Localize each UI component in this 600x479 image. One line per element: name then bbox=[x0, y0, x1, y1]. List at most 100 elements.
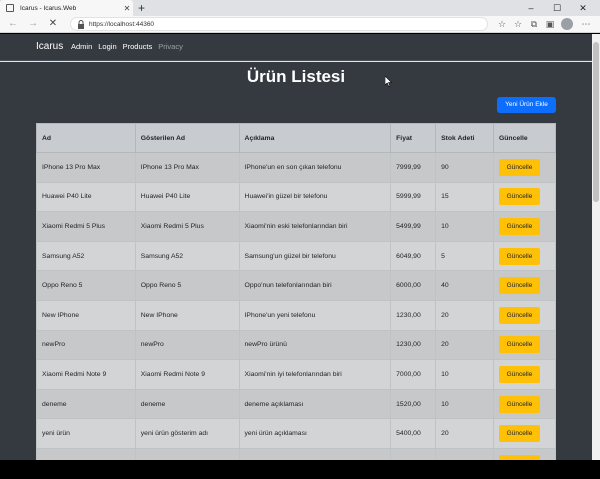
table-row: Brand New PhoneBrand New PhoneBrand New … bbox=[36, 447, 557, 460]
table-row: IPhone 13 Pro Max IPhone 13 Pro Max IPhone… bbox=[36, 152, 557, 183]
update-button[interactable]: Güncelle bbox=[498, 247, 540, 265]
cell-stock: 20 bbox=[435, 329, 494, 361]
cell-description: newPro ürünü bbox=[238, 329, 392, 361]
browser-toolbar: ← → ✕ https://localhost:44360 ☆ ☆ ⧉ ▣ ⋯ bbox=[0, 16, 600, 33]
cell-display-name: New IPhone bbox=[134, 299, 240, 331]
close-window-icon[interactable]: ✕ bbox=[572, 0, 594, 16]
favorite-add-icon[interactable]: ☆ bbox=[496, 18, 508, 30]
navbar-brand[interactable]: Icarus bbox=[36, 41, 63, 52]
cell-description: IPhone'un yeni telefonu bbox=[238, 299, 392, 331]
cell-name: Xiaomi Redmi 5 Plus bbox=[36, 211, 136, 242]
cell-display-name: Xiaomi Redmi Note 9 bbox=[134, 359, 240, 390]
cell-stock: 10 bbox=[435, 211, 494, 242]
cell-price: 6049,90 bbox=[390, 240, 437, 272]
cell-update: Güncelle bbox=[492, 299, 557, 331]
table-row: yeni ürün yeni ürün gösterim adı yeni ürün… bbox=[36, 418, 557, 449]
table-row: Oppo Reno 5 Oppo Reno 5 Oppo'nun telefonla… bbox=[36, 270, 557, 301]
cell-display-name: newPro bbox=[134, 329, 240, 361]
table-row: newPro newPro newPro ürünü 1230,00 20 Güncell… bbox=[36, 329, 557, 361]
cell-price: 5499,99 bbox=[390, 211, 437, 242]
page-content: Icarus Admin Login Products Privacy Ürün… bbox=[0, 34, 592, 460]
cell-display-name: Brand New Phone bbox=[134, 447, 240, 460]
cell-display-name: Xiaomi Redmi 5 Plus bbox=[134, 211, 240, 242]
more-menu-icon[interactable]: ⋯ bbox=[580, 18, 592, 30]
cell-update: Güncelle bbox=[492, 359, 557, 390]
cell-name: newPro bbox=[36, 329, 136, 361]
minimize-icon[interactable]: – bbox=[520, 0, 542, 16]
forward-icon[interactable]: → bbox=[26, 17, 40, 31]
table-row: Xiaomi Redmi 5 Plus Xiaomi Redmi 5 Plus Xi… bbox=[36, 211, 557, 242]
cell-price: 5999,99 bbox=[390, 181, 437, 213]
page-title: Ürün Listesi bbox=[246, 67, 346, 86]
column-header-stock: Stok Adeti bbox=[435, 123, 494, 153]
column-header-name: Ad bbox=[36, 123, 136, 153]
cell-price: 7000,00 bbox=[390, 359, 437, 390]
cell-price: 3500,00 bbox=[390, 447, 437, 460]
cell-price: 1230,00 bbox=[390, 299, 437, 331]
nav-link-products[interactable]: Products bbox=[123, 42, 153, 51]
back-icon[interactable]: ← bbox=[6, 17, 20, 31]
cell-name: Huawei P40 Lite bbox=[36, 181, 136, 213]
cell-stock: 10 bbox=[435, 359, 494, 390]
page-scrollbar[interactable] bbox=[592, 34, 600, 460]
cell-description: Oppo'nun telefonlarından biri bbox=[238, 270, 392, 301]
cell-display-name: deneme bbox=[134, 388, 240, 420]
table-header-row: Ad Gösterilen Ad Açıklama Fiyat Stok Ade… bbox=[36, 123, 557, 153]
collections-icon[interactable]: ⧉ bbox=[528, 18, 540, 30]
table-row: New IPhone New IPhone IPhone'un yeni telef… bbox=[36, 299, 557, 331]
close-tab-icon[interactable]: ✕ bbox=[121, 4, 133, 13]
cell-update: Güncelle bbox=[492, 211, 557, 242]
cell-price: 5400,00 bbox=[390, 418, 437, 449]
address-bar[interactable]: https://localhost:44360 bbox=[70, 17, 488, 31]
update-button[interactable]: Güncelle bbox=[498, 395, 540, 413]
cell-stock: 90 bbox=[435, 152, 494, 183]
maximize-icon[interactable]: ☐ bbox=[546, 0, 568, 16]
cell-stock: 20 bbox=[435, 299, 494, 331]
update-button[interactable]: Güncelle bbox=[498, 158, 540, 176]
product-table: Ad Gösterilen Ad Açıklama Fiyat Stok Ade… bbox=[36, 123, 557, 460]
table-row: Xiaomi Redmi Note 9 Xiaomi Redmi Note 9 Xi… bbox=[36, 359, 557, 390]
scrollbar-thumb[interactable] bbox=[593, 42, 599, 202]
cell-price: 1520,00 bbox=[390, 388, 437, 420]
cell-update: Güncelle bbox=[492, 447, 557, 460]
add-product-button[interactable]: Yeni Ürün Ekle bbox=[497, 97, 556, 113]
cell-description: Xiaomi'nin iyi telefonlarından biri bbox=[238, 359, 392, 390]
nav-link-privacy[interactable]: Privacy bbox=[158, 42, 183, 51]
cell-description: Xiaomi'nin eski telefonlarından biri bbox=[238, 211, 392, 242]
update-button[interactable]: Güncelle bbox=[498, 365, 540, 383]
nav-link-admin[interactable]: Admin bbox=[71, 42, 92, 51]
table-row: Samsung A52 Samsung A52 Samsung'un güzel b… bbox=[36, 240, 557, 272]
browser-tab[interactable]: Icarus - Icarus.Web ✕ bbox=[0, 0, 133, 16]
cell-name: New IPhone bbox=[36, 299, 136, 331]
mouse-cursor-icon bbox=[385, 76, 393, 87]
cell-name: Samsung A52 bbox=[36, 240, 136, 272]
cell-display-name: Samsung A52 bbox=[134, 240, 240, 272]
cell-stock: 5 bbox=[435, 240, 494, 272]
update-button[interactable]: Güncelle bbox=[498, 336, 540, 354]
favorites-icon[interactable]: ☆ bbox=[512, 18, 524, 30]
nav-link-login[interactable]: Login bbox=[98, 42, 116, 51]
extensions-icon[interactable]: ▣ bbox=[544, 18, 556, 30]
cell-name: yeni ürün bbox=[36, 418, 136, 449]
update-button[interactable]: Güncelle bbox=[498, 306, 540, 324]
cell-name: Xiaomi Redmi Note 9 bbox=[36, 359, 136, 390]
cell-stock: 20 bbox=[435, 418, 494, 449]
cell-update: Güncelle bbox=[492, 240, 557, 272]
cell-update: Güncelle bbox=[492, 270, 557, 301]
update-button[interactable]: Güncelle bbox=[498, 188, 540, 206]
cell-description: yeni ürün açıklaması bbox=[238, 418, 392, 449]
cell-update: Güncelle bbox=[492, 329, 557, 361]
update-button[interactable]: Güncelle bbox=[498, 277, 540, 295]
column-header-description: Açıklama bbox=[238, 123, 392, 153]
cell-display-name: IPhone 13 Pro Max bbox=[134, 152, 240, 183]
update-button[interactable]: Güncelle bbox=[498, 217, 540, 235]
update-button[interactable]: Güncelle bbox=[498, 425, 540, 443]
profile-avatar[interactable] bbox=[561, 18, 573, 30]
column-header-price: Fiyat bbox=[390, 123, 437, 153]
stop-icon[interactable]: ✕ bbox=[46, 17, 60, 31]
cell-stock: 40 bbox=[435, 270, 494, 301]
new-tab-icon[interactable]: + bbox=[138, 1, 145, 15]
cell-description: Brand New Phone'un açıklaması bbox=[238, 447, 392, 460]
cell-name: Brand New Phone bbox=[36, 447, 136, 460]
browser-tab-bar: Icarus - Icarus.Web ✕ + – ☐ ✕ bbox=[0, 0, 600, 16]
